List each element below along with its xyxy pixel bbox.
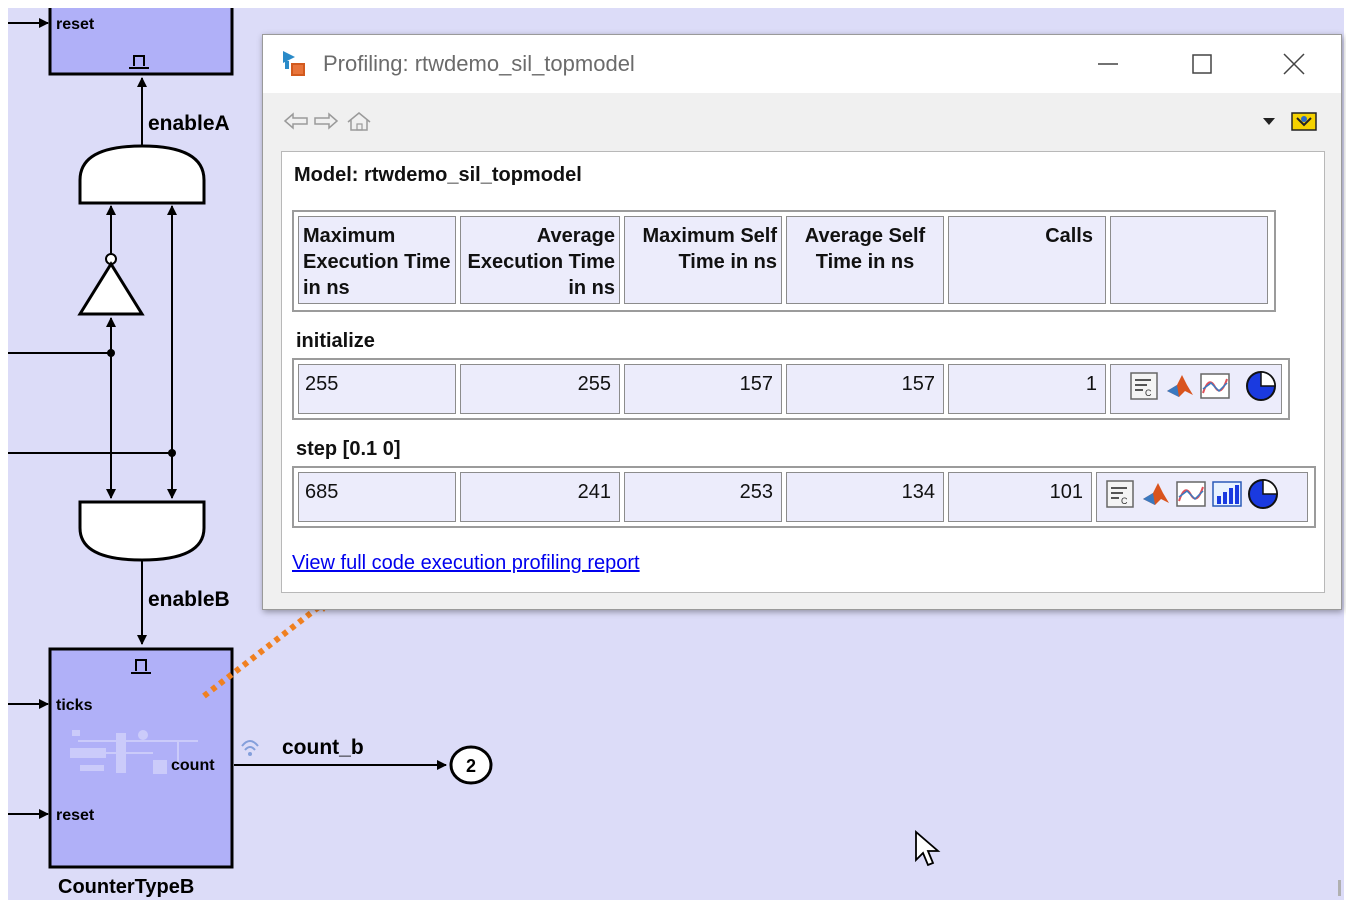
reset-top-label: reset: [56, 16, 95, 33]
outport-2[interactable]: 2: [449, 745, 493, 785]
forward-arrow-icon: [314, 112, 339, 130]
header-avg-self: Average Self Time in ns: [786, 216, 944, 304]
header-max-exec: Maximum Execution Time in ns: [298, 216, 456, 304]
window-title: Profiling: rtwdemo_sil_topmodel: [323, 51, 635, 76]
initialize-table: 255 255 157 157 1 C: [292, 358, 1290, 420]
svg-text:C: C: [1121, 496, 1128, 506]
full-report-link[interactable]: View full code execution profiling repor…: [292, 552, 640, 575]
section-step-label: step [0.1 0]: [296, 438, 401, 460]
title-bar[interactable]: Profiling: rtwdemo_sil_topmodel: [263, 35, 1341, 93]
header-table: Maximum Execution Time in ns Average Exe…: [292, 210, 1276, 312]
svg-text:C: C: [1145, 388, 1152, 398]
not-gate[interactable]: [77, 253, 145, 316]
matlab-icon[interactable]: [1141, 479, 1171, 515]
initialize-max-self: 157: [624, 364, 782, 414]
initialize-avg-self: 157: [786, 364, 944, 414]
toolbar: [263, 93, 1341, 151]
report-content: Model: rtwdemo_sil_topmodel Maximum Exec…: [281, 151, 1325, 593]
simulink-profiling-icon: [283, 51, 305, 76]
profiling-window[interactable]: Profiling: rtwdemo_sil_topmodel Model: r…: [262, 34, 1342, 610]
signal-logging-icon[interactable]: [241, 740, 259, 756]
step-max-exec: 685: [298, 472, 456, 522]
options-dropdown-button[interactable]: [1259, 107, 1279, 135]
model-title: Model: rtwdemo_sil_topmodel: [294, 164, 582, 186]
back-button[interactable]: [283, 107, 309, 135]
count-port-label: count: [171, 757, 215, 774]
close-button[interactable]: [1249, 35, 1339, 93]
count-b-label: count_b: [282, 736, 364, 759]
bar-chart-icon[interactable]: [1211, 479, 1243, 515]
minimize-button[interactable]: [1063, 35, 1153, 93]
close-icon: [1283, 53, 1305, 75]
back-arrow-icon: [283, 112, 308, 130]
step-table: 685 241 253 134 101 C: [292, 466, 1316, 528]
header-avg-exec: Average Execution Time in ns: [460, 216, 620, 304]
maximize-button[interactable]: [1157, 35, 1247, 93]
initialize-calls: 1: [948, 364, 1106, 414]
step-avg-self: 134: [786, 472, 944, 522]
matlab-icon[interactable]: [1165, 371, 1195, 407]
reset-bottom-label: reset: [56, 807, 95, 824]
ticks-label: ticks: [56, 697, 93, 714]
counter-block-b-name: CounterTypeB: [58, 876, 194, 898]
code-icon[interactable]: C: [1105, 479, 1137, 515]
home-button[interactable]: [345, 107, 373, 135]
pie-chart-icon[interactable]: [1245, 370, 1277, 408]
timeline-icon[interactable]: [1199, 371, 1231, 407]
minimize-icon: [1098, 63, 1118, 65]
initialize-max-exec: 255: [298, 364, 456, 414]
header-max-self: Maximum Self Time in ns: [624, 216, 782, 304]
step-calls: 101: [948, 472, 1092, 522]
chevron-down-icon: [1263, 118, 1275, 125]
initialize-actions: C: [1110, 364, 1282, 414]
header-actions: [1110, 216, 1268, 304]
code-icon[interactable]: C: [1129, 371, 1161, 407]
step-max-self: 253: [624, 472, 782, 522]
enableA-label: enableA: [148, 112, 230, 135]
help-button[interactable]: [1289, 107, 1319, 135]
initialize-avg-exec: 255: [460, 364, 620, 414]
enableB-label: enableB: [148, 588, 230, 611]
header-calls: Calls: [948, 216, 1106, 304]
maximize-icon: [1192, 54, 1212, 74]
outport-number: 2: [466, 756, 476, 776]
home-icon: [347, 112, 371, 131]
forward-button[interactable]: [313, 107, 339, 135]
mouse-cursor-icon: [915, 830, 941, 867]
section-initialize-label: initialize: [296, 330, 375, 352]
step-actions: C: [1096, 472, 1308, 522]
and-gate-b[interactable]: [78, 500, 206, 562]
help-icon: [1291, 112, 1317, 131]
pie-chart-icon[interactable]: [1247, 478, 1279, 516]
timeline-icon[interactable]: [1175, 479, 1207, 515]
and-gate-a[interactable]: [78, 144, 206, 205]
step-avg-exec: 241: [460, 472, 620, 522]
